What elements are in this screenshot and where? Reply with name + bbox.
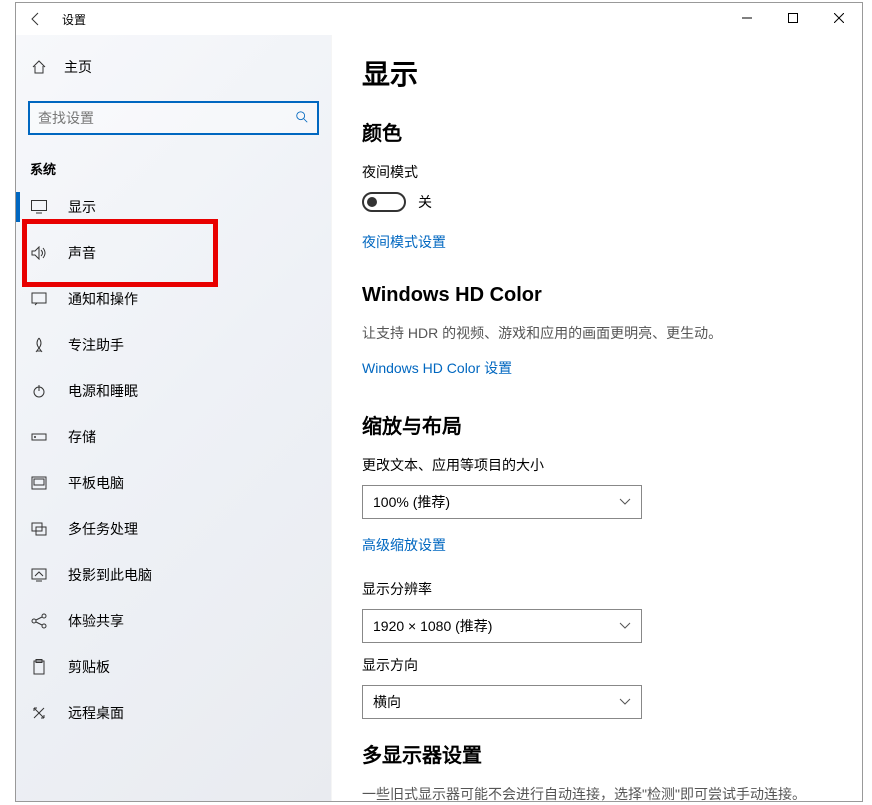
share-icon	[30, 612, 48, 630]
night-mode-toggle-row: 关	[362, 192, 832, 212]
nav-list: 显示 声音 通知和操作	[16, 184, 331, 736]
titlebar: 设置	[16, 3, 862, 35]
notification-icon	[30, 290, 48, 308]
focus-icon	[30, 336, 48, 354]
sidebar-item-label: 通知和操作	[68, 289, 138, 309]
sidebar-item-focus[interactable]: 专注助手	[16, 322, 331, 368]
sidebar-item-share[interactable]: 体验共享	[16, 598, 331, 644]
night-mode-toggle[interactable]	[362, 192, 406, 212]
sidebar-item-label: 多任务处理	[68, 519, 138, 539]
clipboard-icon	[30, 658, 48, 676]
section-hdcolor-heading: Windows HD Color	[362, 284, 832, 307]
minimize-button[interactable]	[724, 3, 770, 33]
section-label: 系统	[30, 159, 331, 178]
search-icon	[295, 110, 309, 127]
sidebar-item-label: 远程桌面	[68, 703, 124, 723]
search-box[interactable]	[28, 101, 319, 135]
tablet-icon	[30, 474, 48, 492]
sidebar-item-label: 显示	[68, 197, 96, 217]
back-button[interactable]	[16, 3, 56, 35]
text-size-dropdown[interactable]: 100% (推荐)	[362, 485, 642, 519]
close-button[interactable]	[816, 3, 862, 33]
orientation-dropdown[interactable]: 横向	[362, 685, 642, 719]
sidebar-item-notifications[interactable]: 通知和操作	[16, 276, 331, 322]
home-link[interactable]: 主页	[16, 47, 331, 87]
section-color-heading: 颜色	[362, 117, 832, 146]
sidebar-item-project[interactable]: 投影到此电脑	[16, 552, 331, 598]
sidebar-item-label: 投影到此电脑	[68, 565, 152, 585]
sidebar-item-tablet[interactable]: 平板电脑	[16, 460, 331, 506]
section-multi-heading: 多显示器设置	[362, 739, 832, 768]
home-icon	[30, 59, 48, 75]
chevron-down-icon	[619, 619, 631, 633]
chevron-down-icon	[619, 695, 631, 709]
search-input[interactable]	[38, 110, 295, 126]
window-title: 设置	[62, 11, 86, 28]
power-icon	[30, 382, 48, 400]
sidebar-item-label: 剪贴板	[68, 657, 110, 677]
settings-window: 设置 主页	[15, 2, 863, 802]
sidebar-item-label: 专注助手	[68, 335, 124, 355]
page-title: 显示	[362, 53, 832, 93]
sidebar-item-multitask[interactable]: 多任务处理	[16, 506, 331, 552]
text-size-value: 100% (推荐)	[373, 492, 450, 512]
sidebar-item-label: 平板电脑	[68, 473, 124, 493]
sidebar-item-sound[interactable]: 声音	[16, 230, 331, 276]
hdcolor-settings-link[interactable]: Windows HD Color 设置	[362, 358, 512, 378]
text-size-label: 更改文本、应用等项目的大小	[362, 455, 832, 475]
resolution-dropdown[interactable]: 1920 × 1080 (推荐)	[362, 609, 642, 643]
sidebar-item-remote[interactable]: 远程桌面	[16, 690, 331, 736]
window-body: 主页 系统 显示	[16, 35, 862, 801]
sidebar-item-storage[interactable]: 存储	[16, 414, 331, 460]
night-mode-settings-link[interactable]: 夜间模式设置	[362, 232, 446, 252]
display-icon	[30, 198, 48, 216]
night-mode-state: 关	[418, 192, 432, 212]
storage-icon	[30, 428, 48, 446]
resolution-value: 1920 × 1080 (推荐)	[373, 616, 492, 636]
sidebar-item-clipboard[interactable]: 剪贴板	[16, 644, 331, 690]
orientation-label: 显示方向	[362, 655, 832, 675]
multi-desc: 一些旧式显示器可能不会进行自动连接，选择"检测"即可尝试手动连接。	[362, 784, 832, 801]
remote-icon	[30, 704, 48, 722]
chevron-down-icon	[619, 495, 631, 509]
content-panel[interactable]: 显示 颜色 夜间模式 关 夜间模式设置 Windows HD Color 让支持…	[331, 35, 862, 801]
orientation-value: 横向	[373, 692, 401, 712]
sound-icon	[30, 244, 48, 262]
sidebar: 主页 系统 显示	[16, 35, 331, 801]
maximize-button[interactable]	[770, 3, 816, 33]
window-controls	[724, 3, 862, 33]
adv-scale-link[interactable]: 高级缩放设置	[362, 535, 446, 555]
sidebar-item-label: 电源和睡眠	[68, 381, 138, 401]
multitask-icon	[30, 520, 48, 538]
resolution-label: 显示分辨率	[362, 579, 832, 599]
hdcolor-desc: 让支持 HDR 的视频、游戏和应用的画面更明亮、更生动。	[362, 323, 832, 344]
sidebar-item-label: 声音	[68, 243, 96, 263]
project-icon	[30, 566, 48, 584]
sidebar-item-label: 体验共享	[68, 611, 124, 631]
search-wrap	[28, 101, 319, 135]
section-scale-heading: 缩放与布局	[362, 410, 832, 439]
home-label: 主页	[64, 57, 92, 77]
sidebar-item-label: 存储	[68, 427, 96, 447]
sidebar-item-power[interactable]: 电源和睡眠	[16, 368, 331, 414]
sidebar-item-display[interactable]: 显示	[16, 184, 331, 230]
night-mode-label: 夜间模式	[362, 162, 832, 182]
